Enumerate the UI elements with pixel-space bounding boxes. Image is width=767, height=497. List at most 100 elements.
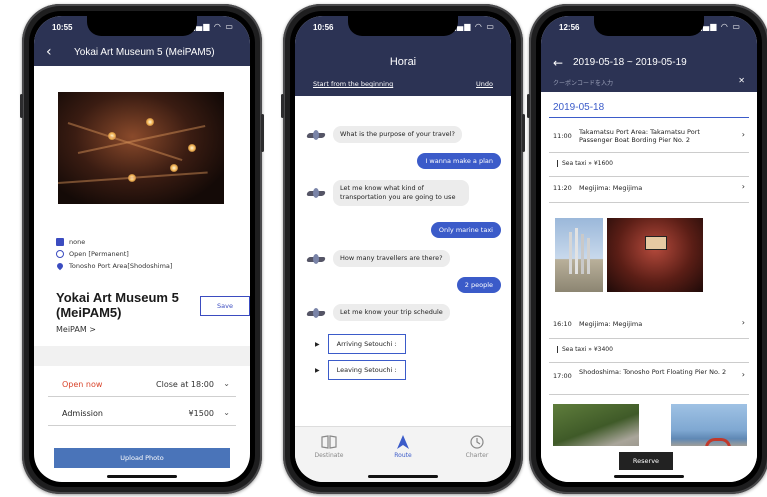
save-button[interactable]: Save (200, 296, 250, 316)
screen: 10:55 ▂▄▆ ◠ ▭ ‹ Yokai Art Museum 5 (MeiP… (34, 16, 250, 482)
itinerary-stop[interactable]: 11:20 Megijima: Megijima › (549, 182, 749, 198)
volume-button (527, 94, 530, 118)
leaving-button[interactable]: Leaving Setouchi : (327, 360, 406, 380)
chat-area[interactable]: What is the purpose of your travel? I wa… (295, 96, 511, 426)
day-underline (549, 117, 749, 118)
back-arrow-icon[interactable]: ← (553, 56, 563, 70)
hours-row: Open [Permanent] (56, 250, 129, 258)
triangle-right-icon: ▶ (315, 340, 320, 348)
clock-icon (56, 250, 64, 258)
sea-taxi-segment: Sea taxi » ¥1600 (557, 160, 613, 167)
bot-avatar-icon (305, 128, 327, 142)
book-icon (321, 435, 337, 449)
tab-destinate[interactable]: Destinate (299, 435, 359, 459)
app-showcase: 10:55 ▂▄▆ ◠ ▭ ‹ Yokai Art Museum 5 (MeiP… (0, 0, 767, 497)
stop-description: Megijima: Megijima (579, 184, 643, 192)
phone-chat-planner: 10:56 ▂▄▆ ◠ ▭ Horai Start from the begin… (281, 4, 525, 494)
user-bubble: I wanna make a plan (417, 153, 501, 169)
divider (549, 202, 749, 203)
itinerary-stop[interactable]: 17:00 Shodoshima: Tonosho Port Floating … (549, 366, 749, 388)
coupon-code-input[interactable]: クーポンコードを入力 (553, 78, 613, 87)
undo-link[interactable]: Undo (476, 80, 493, 88)
reserve-button[interactable]: Reserve (619, 452, 673, 470)
bot-message: Let me know what kind of transportation … (305, 180, 475, 206)
screen: 12:56 ▂▄▆ ◠ ▭ ← 2019-05-18 ~ 2019-05-19 … (541, 16, 757, 482)
bot-avatar-icon (305, 306, 327, 320)
bot-bubble: Let me know your trip schedule (333, 304, 450, 321)
tab-charter[interactable]: Charter (447, 435, 507, 459)
phone-museum-detail: 10:55 ▂▄▆ ◠ ▭ ‹ Yokai Art Museum 5 (MeiP… (20, 4, 264, 494)
lamp (170, 164, 178, 172)
page-title: Horai (389, 56, 417, 68)
sail (569, 232, 572, 274)
sail (581, 234, 584, 274)
triangle-right-icon: ▶ (315, 366, 320, 374)
page-title: Yokai Art Museum 5 (MeiPAM5) (74, 47, 215, 58)
arriving-button[interactable]: Arriving Setouchi : (327, 334, 406, 354)
tab-label: Destinate (314, 452, 344, 459)
tab-route[interactable]: Route (373, 435, 433, 459)
group-link[interactable]: MeiPAM > (56, 325, 96, 334)
arriving-option[interactable]: ▶ Arriving Setouchi : (315, 334, 406, 354)
home-indicator[interactable] (614, 475, 684, 478)
bot-avatar-icon (305, 186, 327, 200)
itinerary-stop[interactable]: 11:00 Takamatsu Port Area: Takamatsu Por… (549, 126, 749, 148)
status-time: 12:56 (559, 23, 580, 32)
tab-label: Route (394, 452, 412, 459)
chevron-right-icon: › (741, 182, 745, 191)
bot-message: What is the purpose of your travel? (305, 126, 462, 143)
museum-photo[interactable] (58, 92, 224, 204)
itinerary-stop[interactable]: 16:10 Megijima: Megijima › (549, 318, 749, 334)
location-row: Tonosho Port Area[Shodoshima] (55, 261, 173, 271)
upload-photo-button[interactable]: Upload Photo (54, 448, 230, 468)
notch (348, 16, 458, 36)
stop-time: 17:00 (553, 372, 572, 380)
tag-icon (56, 238, 64, 246)
tab-bar: Destinate Route Charter (295, 426, 511, 482)
volume-button (281, 94, 284, 118)
divider (549, 338, 749, 339)
sculpture-photo[interactable] (555, 218, 603, 292)
date-range-title: 2019-05-18 ~ 2019-05-19 (573, 57, 687, 68)
admission-row[interactable]: Admission ¥1500 ⌄ (48, 400, 236, 426)
status-time: 10:56 (313, 23, 334, 32)
home-indicator[interactable] (107, 475, 177, 478)
chevron-right-icon: › (741, 130, 745, 139)
stop-description: Takamatsu Port Area: Takamatsu Port Pass… (579, 128, 700, 144)
stop-time: 16:10 (553, 320, 572, 328)
power-button (261, 114, 264, 152)
location-text: Tonosho Port Area[Shodoshima] (69, 262, 173, 270)
bot-message: Let me know your trip schedule (305, 304, 450, 321)
screen: 10:56 ▂▄▆ ◠ ▭ Horai Start from the begin… (295, 16, 511, 482)
home-indicator[interactable] (368, 475, 438, 478)
gallery-photo[interactable] (607, 218, 703, 292)
user-bubble: 2 people (456, 277, 501, 293)
category-text: none (69, 238, 86, 246)
museum-name: Yokai Art Museum 5 (MeiPAM5) (56, 290, 179, 320)
start-over-link[interactable]: Start from the beginning (313, 80, 393, 88)
notch (87, 16, 197, 36)
stop-time: 11:00 (553, 132, 572, 140)
volume-button (20, 94, 23, 118)
chevron-right-icon: › (741, 318, 745, 327)
sea-taxi-segment: Sea taxi » ¥3400 (557, 346, 613, 353)
close-icon[interactable]: ✕ (738, 76, 745, 85)
divider (549, 176, 749, 177)
leaving-option[interactable]: ▶ Leaving Setouchi : (315, 360, 406, 380)
back-arrow-icon[interactable]: ‹ (46, 44, 52, 60)
stop-description: Shodoshima: Tonosho Port Floating Pier N… (579, 368, 727, 376)
bot-bubble: What is the purpose of your travel? (333, 126, 462, 143)
category-row: none (56, 238, 85, 246)
power-button (522, 114, 525, 152)
hours-text: Open [Permanent] (69, 250, 129, 258)
notch (594, 16, 704, 36)
chevron-right-icon: › (741, 370, 745, 379)
day-heading: 2019-05-18 (553, 102, 605, 113)
admission-price: ¥1500 (188, 409, 214, 418)
lamp (188, 144, 196, 152)
hours-status-row[interactable]: Open now Close at 18:00 ⌄ (48, 371, 236, 397)
phone-itinerary: 12:56 ▂▄▆ ◠ ▭ ← 2019-05-18 ~ 2019-05-19 … (527, 4, 767, 494)
clock-icon (470, 435, 484, 449)
navigation-arrow-icon (397, 435, 409, 449)
lamp (146, 118, 154, 126)
